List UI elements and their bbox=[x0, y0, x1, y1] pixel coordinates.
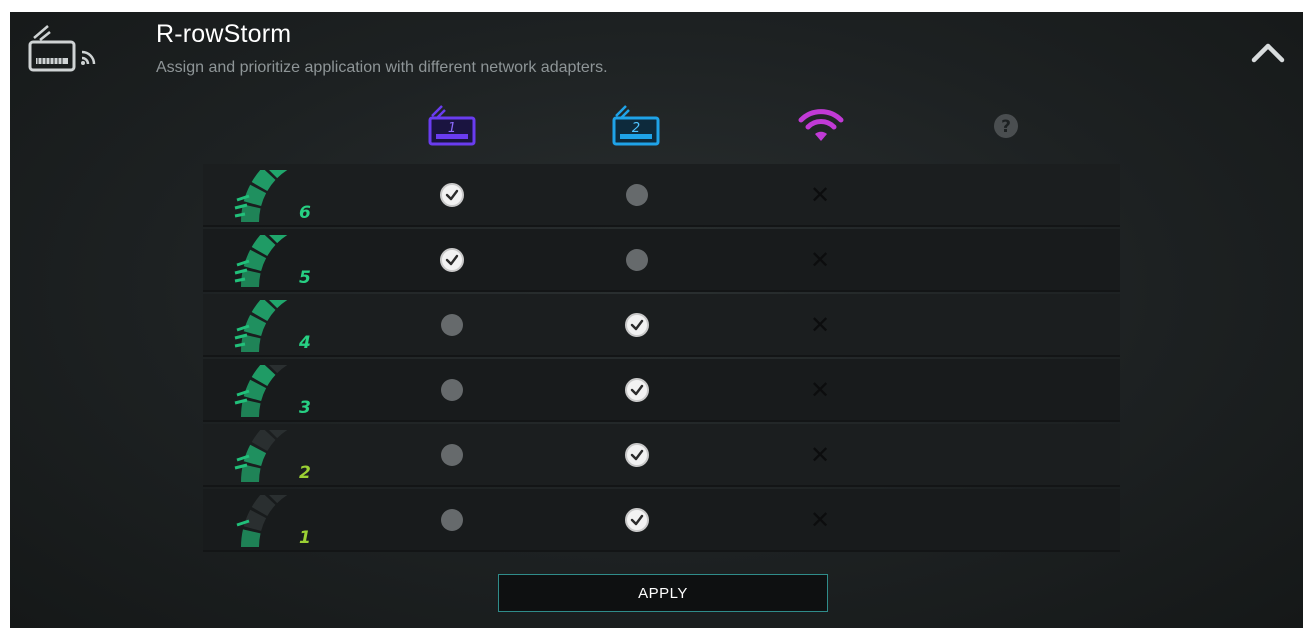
empty-cell bbox=[976, 359, 1036, 420]
assign-checked[interactable] bbox=[607, 424, 667, 485]
ethernet-adapter-2-icon: 2 bbox=[612, 105, 660, 146]
x-icon: ✕ bbox=[809, 375, 831, 404]
check-icon bbox=[625, 442, 649, 467]
x-icon: ✕ bbox=[809, 310, 831, 339]
unselected-dot-icon bbox=[626, 248, 648, 271]
assign-checked[interactable] bbox=[422, 164, 482, 225]
page-title: R-rowStorm bbox=[156, 20, 292, 48]
priority-gauge-icon: 5 bbox=[234, 235, 311, 287]
assign-unavailable[interactable]: ✕ bbox=[790, 359, 850, 420]
x-icon: ✕ bbox=[809, 245, 831, 274]
empty-cell bbox=[976, 489, 1036, 550]
priority-level-label: 6 bbox=[299, 203, 311, 222]
check-icon bbox=[625, 312, 649, 337]
assign-option[interactable] bbox=[422, 294, 482, 355]
router-wifi-icon bbox=[28, 25, 96, 72]
empty-cell bbox=[976, 164, 1036, 225]
x-icon: ✕ bbox=[809, 180, 831, 209]
assign-checked[interactable] bbox=[422, 229, 482, 290]
empty-cell bbox=[976, 229, 1036, 290]
unselected-dot-icon bbox=[441, 313, 463, 336]
x-icon: ✕ bbox=[809, 505, 831, 534]
empty-cell bbox=[976, 424, 1036, 485]
assign-option[interactable] bbox=[422, 489, 482, 550]
assign-option[interactable] bbox=[607, 229, 667, 290]
table-row: 3 ✕ bbox=[203, 359, 1120, 422]
assign-checked[interactable] bbox=[607, 359, 667, 420]
ethernet-adapter-1-icon: 1 bbox=[428, 105, 475, 146]
chevron-up-icon[interactable] bbox=[1248, 34, 1288, 70]
priority-level-label: 4 bbox=[298, 333, 311, 352]
unselected-dot-icon bbox=[626, 183, 648, 206]
priority-gauge-icon: 1 bbox=[236, 495, 311, 547]
assign-unavailable[interactable]: ✕ bbox=[790, 489, 850, 550]
priority-gauge-icon: 4 bbox=[234, 300, 311, 352]
priority-gauge-icon: 3 bbox=[234, 365, 311, 417]
column-header-unknown: ? bbox=[918, 104, 1093, 172]
table-row: 1 ✕ bbox=[203, 489, 1120, 552]
check-icon bbox=[440, 182, 464, 207]
unselected-dot-icon bbox=[441, 443, 463, 466]
assign-unavailable[interactable]: ✕ bbox=[790, 229, 850, 290]
wifi-icon bbox=[798, 109, 844, 141]
table-row: 4 ✕ bbox=[203, 294, 1120, 357]
assign-checked[interactable] bbox=[607, 294, 667, 355]
svg-text:1: 1 bbox=[447, 121, 455, 136]
check-icon bbox=[440, 247, 464, 272]
table-row: 6 ✕ bbox=[203, 164, 1120, 227]
priority-level-label: 5 bbox=[299, 268, 311, 287]
x-icon: ✕ bbox=[809, 440, 831, 469]
svg-text:2: 2 bbox=[632, 121, 640, 136]
question-icon: ? bbox=[993, 114, 1018, 138]
assign-option[interactable] bbox=[422, 359, 482, 420]
unselected-dot-icon bbox=[441, 378, 463, 401]
column-header-adapter-1: 1 bbox=[365, 104, 540, 172]
check-icon bbox=[625, 377, 649, 402]
check-icon bbox=[625, 507, 649, 532]
assign-option[interactable] bbox=[607, 164, 667, 225]
column-header-wifi bbox=[732, 104, 910, 172]
assign-unavailable[interactable]: ✕ bbox=[790, 164, 850, 225]
assign-checked[interactable] bbox=[607, 489, 667, 550]
priority-level-label: 3 bbox=[299, 398, 311, 417]
assign-unavailable[interactable]: ✕ bbox=[790, 424, 850, 485]
empty-cell bbox=[976, 294, 1036, 355]
table-row: 5 ✕ bbox=[203, 229, 1120, 292]
table-row: 2 ✕ bbox=[203, 424, 1120, 487]
priority-level-label: 1 bbox=[299, 528, 311, 547]
panel-header: R-rowStorm Assign and prioritize applica… bbox=[10, 12, 1303, 92]
svg-text:?: ? bbox=[1001, 117, 1011, 137]
priority-level-label: 2 bbox=[299, 463, 311, 482]
page-subtitle: Assign and prioritize application with d… bbox=[156, 59, 608, 76]
apply-button[interactable]: APPLY bbox=[498, 574, 828, 612]
rowstorm-panel: R-rowStorm Assign and prioritize applica… bbox=[10, 12, 1303, 628]
priority-gauge-icon: 2 bbox=[234, 430, 311, 482]
column-header-adapter-2: 2 bbox=[548, 104, 726, 172]
unselected-dot-icon bbox=[441, 508, 463, 531]
priority-gauge-icon: 6 bbox=[234, 170, 311, 222]
assign-unavailable[interactable]: ✕ bbox=[790, 294, 850, 355]
assign-option[interactable] bbox=[422, 424, 482, 485]
